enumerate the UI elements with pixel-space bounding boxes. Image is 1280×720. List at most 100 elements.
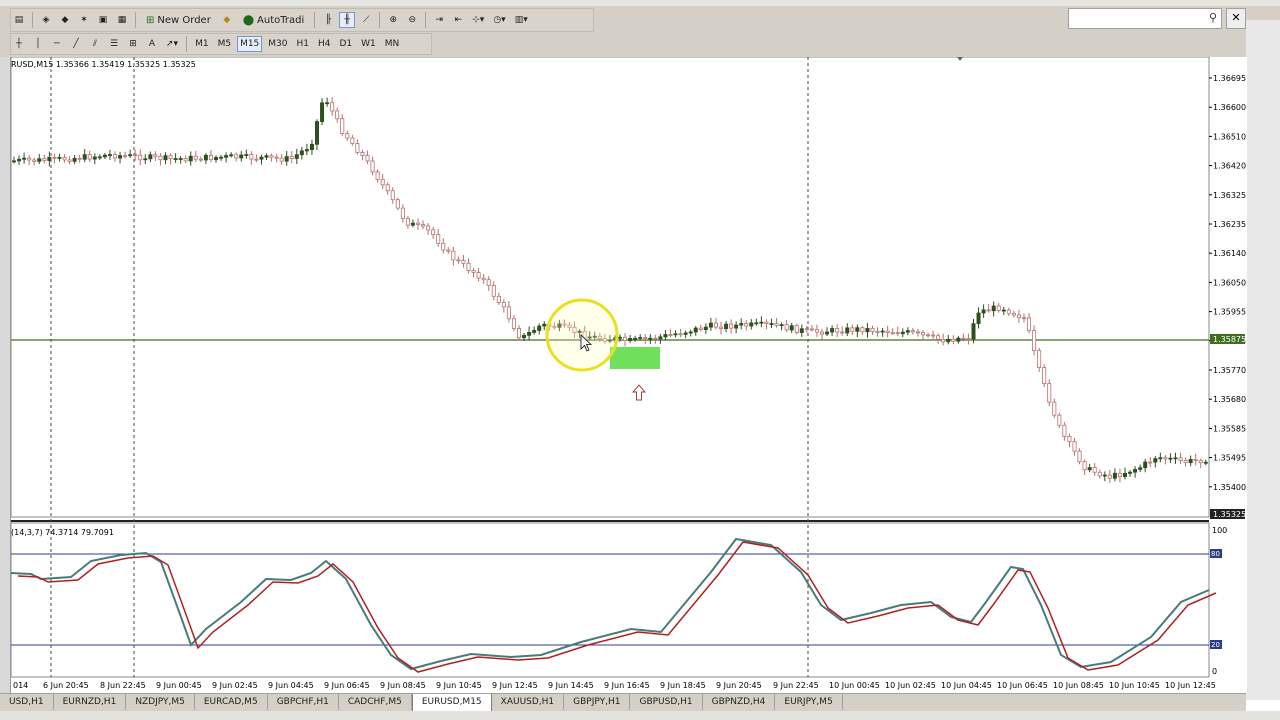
tab-gbpusd-h1[interactable]: GBPUSD,H1 (630, 694, 703, 710)
candle-body (224, 155, 229, 158)
autotrading-button[interactable]: ⬤ AutoTradi (238, 12, 309, 28)
vertical-line-icon[interactable]: │ (30, 36, 46, 52)
time-axis: 014 6 Jun 20:45 8 Jun 22:45 9 Jun 00:45 9 Ju… (13, 681, 1216, 690)
autoscroll-icon[interactable]: ⇥ (431, 12, 447, 28)
timeframe-m15[interactable]: M15 (237, 36, 263, 52)
tab-gbpchf-h1[interactable]: GBPCHF,H1 (268, 694, 339, 710)
candle-body (148, 154, 153, 160)
tab-xauusd-h1[interactable]: XAUUSD,H1 (492, 694, 565, 710)
price-axis-label: 1.36140 (1213, 249, 1246, 258)
candle-body (102, 154, 107, 158)
candle-body (32, 159, 37, 162)
arrows-icon[interactable]: ➚▾ (163, 36, 181, 52)
trendline-icon[interactable]: ╱ (68, 36, 84, 52)
timeframe-m1[interactable]: M1 (192, 36, 212, 52)
candle-body (683, 332, 688, 335)
price-axis-label: 1.35495 (1213, 454, 1246, 463)
zoom-in-icon[interactable]: ⊕ (385, 12, 401, 28)
profiles-icon[interactable]: ◈ (38, 12, 54, 28)
time-axis-label: 9 Jun 20:45 (716, 681, 762, 690)
candle-body (486, 279, 491, 286)
tester-icon[interactable]: ▦ (114, 12, 130, 28)
tab-nzdjpy-m5[interactable]: NZDJPY,M5 (126, 694, 195, 710)
candle-body (926, 334, 931, 337)
periods-icon[interactable]: ◷▾ (490, 12, 508, 28)
terminal-icon[interactable]: ▣ (95, 12, 111, 28)
tab-eurusd-m15[interactable]: EURUSD,M15 (411, 694, 492, 712)
fibonacci-icon[interactable]: ☰ (106, 36, 122, 52)
horizontal-line-icon[interactable]: ─ (49, 36, 65, 52)
candle-body (1133, 469, 1138, 473)
indicators-icon[interactable]: ⊹▾ (469, 12, 487, 28)
crosshair-icon[interactable]: ┼ (11, 36, 27, 52)
market-watch-icon[interactable]: ◆ (57, 12, 73, 28)
channel-icon[interactable]: ⫽ (87, 36, 103, 52)
new-chart-icon[interactable]: ▤ (11, 12, 27, 28)
metaeditor-icon[interactable]: ◆ (219, 12, 235, 28)
candle-body (446, 249, 451, 252)
candle-body (880, 330, 885, 333)
candle-body (340, 118, 345, 134)
search-input[interactable]: ⚲ (1068, 8, 1222, 29)
zoom-out-icon[interactable]: ⊖ (404, 12, 420, 28)
time-axis-label: 10 Jun 12:45 (1165, 681, 1216, 690)
tab-gbpjpy-h1[interactable]: GBPJPY,H1 (564, 694, 631, 710)
chart-canvas[interactable]: RUSD,M15 1.35366 1.35419 1.35325 1.35325… (10, 56, 1247, 693)
price-axis-label: 1.36235 (1213, 220, 1246, 229)
candle-body (537, 325, 542, 331)
tab-gbpnzd-h4[interactable]: GBPNZD,H4 (703, 694, 776, 710)
candle-body (52, 156, 57, 159)
timeframe-m5[interactable]: M5 (215, 36, 235, 52)
search-icon[interactable]: ⚲ (1209, 11, 1217, 24)
text-icon[interactable]: A (144, 36, 160, 52)
timeframe-mn[interactable]: MN (382, 36, 403, 52)
new-order-button[interactable]: ⊞ New Order (141, 12, 216, 28)
templates-icon[interactable]: ▥▾ (512, 12, 531, 28)
right-panel (1246, 20, 1280, 700)
tab-eurcad-m5[interactable]: EURCAD,M5 (195, 694, 268, 710)
timeframe-w1[interactable]: W1 (358, 36, 379, 52)
line-chart-icon[interactable]: ⟋ (358, 12, 374, 28)
candle-body (314, 121, 319, 145)
shapes-icon[interactable]: ⊞ (125, 36, 141, 52)
new-order-label: New Order (157, 14, 211, 26)
price-pane[interactable] (10, 56, 1210, 518)
timeframe-h4[interactable]: H4 (315, 36, 334, 52)
timeframe-m30[interactable]: M30 (265, 36, 290, 52)
candle-body (1067, 436, 1072, 442)
time-axis-label: 9 Jun 22:45 (773, 681, 819, 690)
candle-body (633, 337, 638, 340)
candle-body (400, 207, 405, 219)
candle-body (405, 218, 410, 226)
tab-eurnzd-h1[interactable]: EURNZD,H1 (54, 694, 127, 710)
timeframe-h1[interactable]: H1 (294, 36, 313, 52)
candle-body (1188, 459, 1193, 464)
tab-usd-h1[interactable]: USD,H1 (0, 694, 54, 710)
candle-body (1052, 401, 1057, 416)
navigator-icon[interactable]: ✶ (76, 12, 92, 28)
chart-shift-icon[interactable]: ⇤ (450, 12, 466, 28)
candle-body (1097, 471, 1102, 477)
time-axis-label: 9 Jun 06:45 (324, 681, 370, 690)
candle-body (961, 337, 966, 340)
status-bar (0, 711, 1280, 720)
chart-window[interactable]: RUSD,M15 1.35366 1.35419 1.35325 1.35325… (10, 56, 1247, 693)
candle-body (1016, 314, 1021, 319)
tab-eurjpy-m5[interactable]: EURJPY,M5 (775, 694, 843, 710)
candles-icon[interactable]: ╫ (339, 12, 356, 28)
bar-chart-icon[interactable]: ╟ (320, 12, 336, 28)
stochastic-pane[interactable] (10, 522, 1210, 678)
candle-body (850, 327, 855, 332)
current-price-label: 1.35875 (1213, 335, 1246, 344)
candle-body (244, 154, 249, 156)
candle-body (410, 222, 415, 226)
candle-body (1042, 367, 1047, 384)
candle-body (976, 312, 981, 325)
candle-body (299, 150, 304, 156)
candle-body (309, 143, 314, 150)
candle-body (794, 325, 799, 333)
timeframe-d1[interactable]: D1 (337, 36, 356, 52)
tab-cadchf-m5[interactable]: CADCHF,M5 (339, 694, 412, 710)
close-icon[interactable]: ✕ (1226, 8, 1246, 29)
candle-body (804, 328, 809, 331)
